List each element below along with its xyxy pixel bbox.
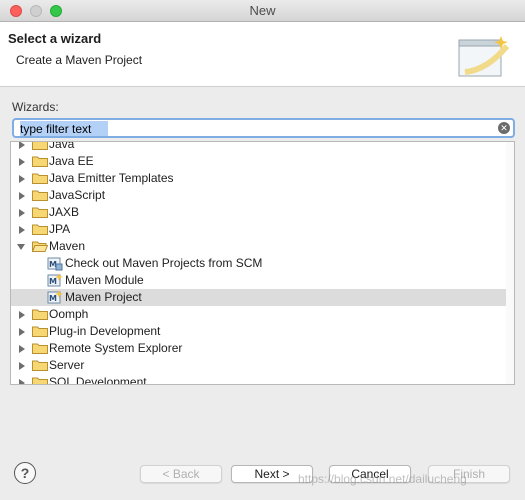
tree-item-jpa[interactable]: JPA	[11, 221, 514, 238]
tree-item-label: Oomph	[49, 307, 89, 321]
open-folder-icon	[32, 241, 48, 252]
tree-item-label: Java Emitter Templates	[49, 171, 174, 185]
tree-item-label: JavaScript	[49, 188, 106, 202]
finish-button[interactable]: Finish	[428, 465, 510, 483]
tree-item-plug-in-development[interactable]: Plug-in Development	[11, 323, 514, 340]
header-title: Select a wizard	[8, 31, 102, 46]
tree-item-javascript[interactable]: JavaScript	[11, 187, 514, 204]
tree-item-checkout-maven-projects[interactable]: M Check out Maven Projects from SCM	[11, 255, 514, 272]
folder-icon	[32, 360, 48, 371]
wizard-tree-list: Java Java EE Java Emitter Templates Java…	[11, 141, 514, 385]
chevron-right-icon[interactable]	[19, 362, 25, 370]
wizard-tree[interactable]: Java Java EE Java Emitter Templates Java…	[10, 141, 515, 385]
header-description: Create a Maven Project	[16, 53, 143, 67]
chevron-down-icon[interactable]	[17, 244, 25, 250]
tree-item-server[interactable]: Server	[11, 357, 514, 374]
tree-item-java-ee[interactable]: Java EE	[11, 153, 514, 170]
tree-item-maven-module[interactable]: M Maven Module	[11, 272, 514, 289]
filter-field[interactable]: ✕	[12, 118, 515, 138]
next-button[interactable]: Next >	[231, 465, 313, 483]
tree-item-label: SQL Development	[49, 375, 147, 385]
folder-icon	[32, 207, 48, 218]
svg-text:M: M	[49, 277, 57, 286]
folder-icon	[32, 142, 48, 150]
tree-item-label: Server	[49, 358, 85, 372]
folder-icon	[32, 343, 48, 354]
folder-icon	[32, 224, 48, 235]
clear-icon[interactable]: ✕	[498, 122, 510, 134]
chevron-right-icon[interactable]	[19, 209, 25, 217]
folder-icon	[32, 173, 48, 184]
tree-item-label: Maven Project	[65, 290, 142, 304]
chevron-right-icon[interactable]	[19, 328, 25, 336]
wizard-header: Select a wizard Create a Maven Project	[0, 22, 525, 87]
chevron-right-icon[interactable]	[19, 158, 25, 166]
chevron-right-icon[interactable]	[19, 379, 25, 384]
tree-item-label: Remote System Explorer	[49, 341, 183, 355]
folder-icon	[32, 326, 48, 337]
tree-item-label: JAXB	[49, 205, 80, 219]
tree-item-java[interactable]: Java	[11, 141, 514, 153]
chevron-right-icon[interactable]	[19, 175, 25, 183]
cancel-button[interactable]: Cancel	[329, 465, 411, 483]
back-button[interactable]: < Back	[140, 465, 222, 483]
maven-project-icon: M	[47, 290, 63, 304]
title-bar: New	[0, 0, 525, 22]
tree-item-oomph[interactable]: Oomph	[11, 306, 514, 323]
maven-checkout-icon: M	[47, 257, 63, 271]
help-button[interactable]: ?	[14, 462, 36, 484]
wizard-banner-icon	[458, 36, 510, 77]
window-title: New	[249, 3, 276, 18]
folder-icon	[32, 156, 48, 167]
tree-item-label: Plug-in Development	[49, 324, 161, 338]
tree-item-label: Java EE	[49, 154, 94, 168]
tree-item-remote-system-explorer[interactable]: Remote System Explorer	[11, 340, 514, 357]
folder-icon	[32, 190, 48, 201]
maven-module-icon: M	[47, 273, 63, 287]
tree-item-label: Check out Maven Projects from SCM	[65, 256, 263, 270]
tree-item-jaxb[interactable]: JAXB	[11, 204, 514, 221]
folder-icon	[32, 377, 48, 384]
tree-item-label: Maven	[49, 239, 86, 253]
chevron-right-icon[interactable]	[19, 345, 25, 353]
tree-item-label: Maven Module	[65, 273, 144, 287]
wizards-label: Wizards:	[12, 100, 59, 114]
new-wizard-dialog: New Select a wizard Create a Maven Proje…	[0, 0, 525, 500]
chevron-right-icon[interactable]	[19, 192, 25, 200]
tree-item-maven-project[interactable]: M Maven Project	[11, 289, 514, 306]
tree-item-sql-development[interactable]: SQL Development	[11, 374, 514, 385]
folder-icon	[32, 309, 48, 320]
filter-input[interactable]	[18, 121, 488, 136]
tree-item-label: Java	[49, 141, 75, 151]
svg-text:M: M	[49, 294, 57, 303]
chevron-right-icon[interactable]	[19, 311, 25, 319]
tree-item-label: JPA	[49, 222, 71, 236]
tree-item-java-emitter-templates[interactable]: Java Emitter Templates	[11, 170, 514, 187]
tree-scrollbar[interactable]	[506, 142, 514, 384]
chevron-right-icon[interactable]	[19, 142, 25, 149]
tree-item-maven[interactable]: Maven	[11, 238, 514, 255]
chevron-right-icon[interactable]	[19, 226, 25, 234]
